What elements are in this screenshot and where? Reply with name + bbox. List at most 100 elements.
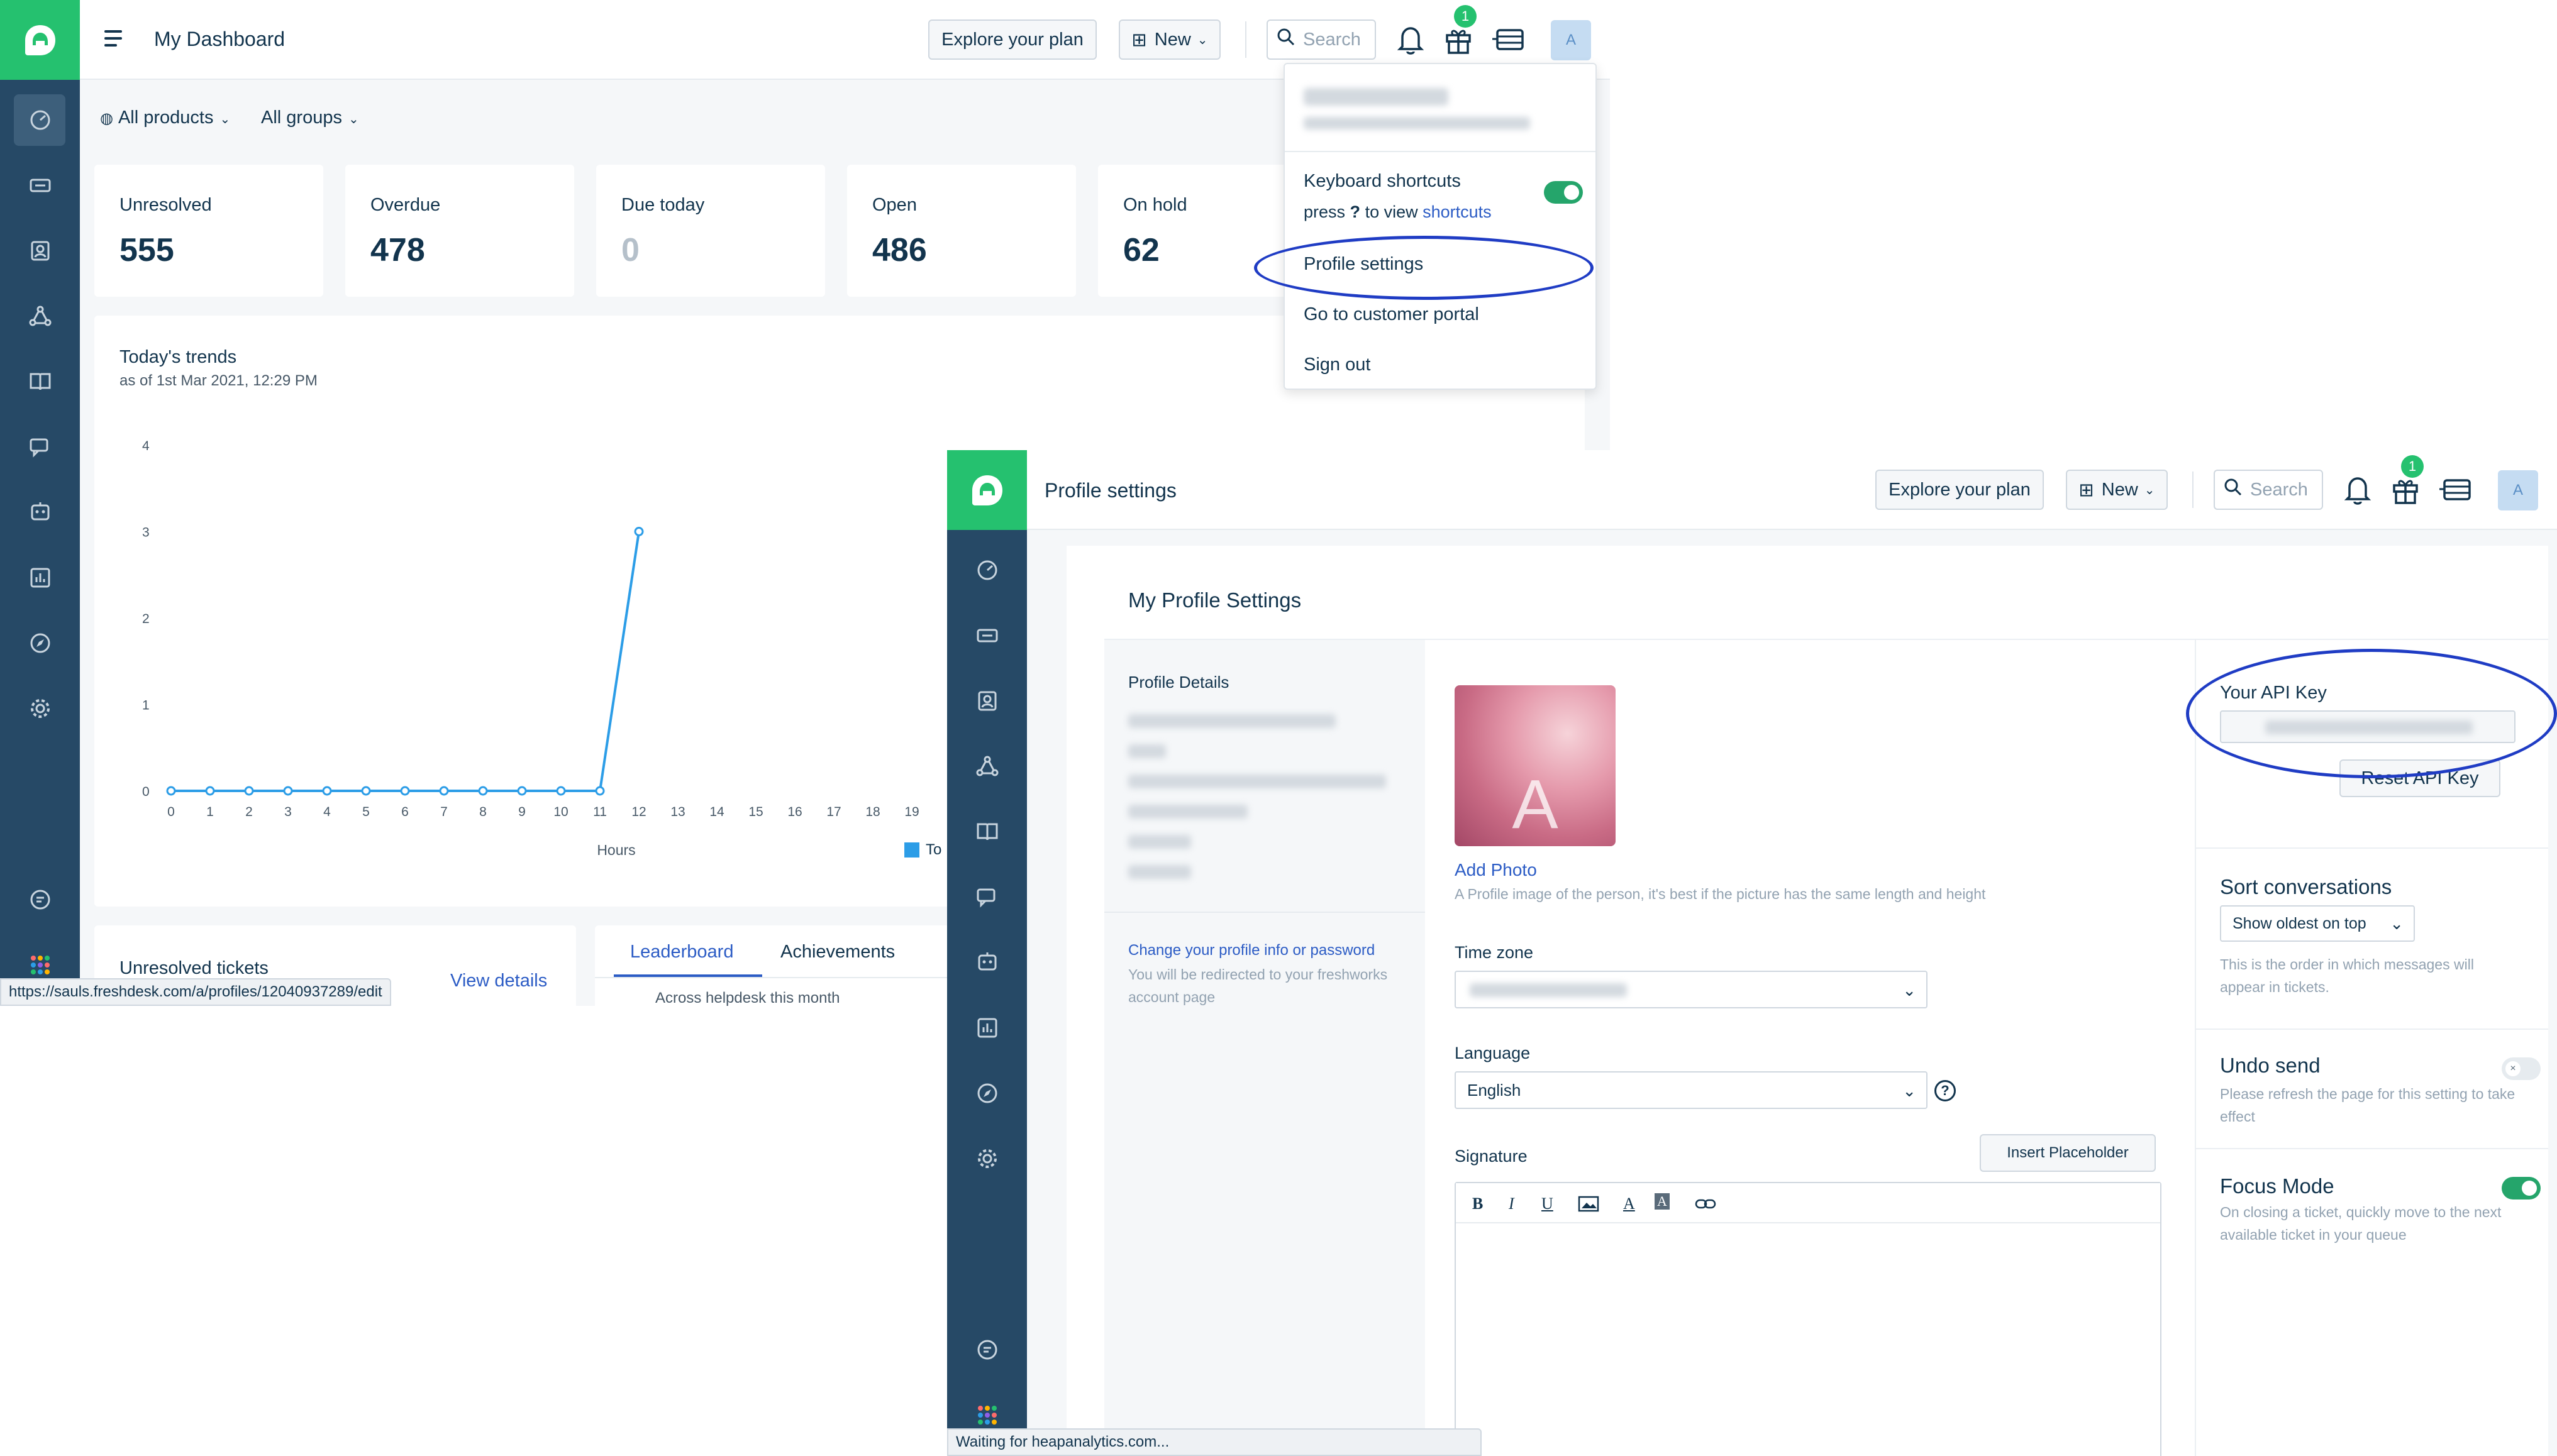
stat-label: Open xyxy=(872,195,917,215)
reports-icon[interactable] xyxy=(28,565,53,590)
chevron-down-icon: ⌄ xyxy=(1197,33,1208,47)
contacts-icon[interactable] xyxy=(28,238,53,263)
insert-placeholder-button[interactable]: Insert Placeholder xyxy=(1980,1134,2156,1172)
right-column-divider xyxy=(2195,640,2196,1456)
data-point xyxy=(556,786,566,796)
y-tick-label: 4 xyxy=(142,439,150,453)
tab-achievements[interactable]: Achievements xyxy=(780,942,895,962)
explore-plan-button[interactable]: Explore your plan xyxy=(928,19,1097,60)
legend-label: To xyxy=(926,841,942,858)
stat-value: 555 xyxy=(119,232,174,268)
page-title: Profile settings xyxy=(1045,479,1177,502)
knowledge-base-icon[interactable] xyxy=(28,369,53,394)
app-switcher-icon[interactable] xyxy=(28,952,53,978)
forums-icon[interactable] xyxy=(28,434,53,460)
keyboard-shortcuts-toggle[interactable] xyxy=(1544,181,1583,204)
explore-compass-icon[interactable] xyxy=(28,631,53,656)
add-photo-link[interactable]: Add Photo xyxy=(1455,860,1537,880)
admin-gear-icon[interactable] xyxy=(975,1146,1000,1171)
hamburger-menu-icon[interactable] xyxy=(104,30,122,51)
dashboard-icon[interactable] xyxy=(975,558,1000,583)
groups-filter[interactable]: All groups ⌄ xyxy=(261,108,359,128)
products-filter[interactable]: ◍ All products ⌄ xyxy=(100,108,230,128)
chat-icon[interactable] xyxy=(28,887,53,912)
marketplace-icon[interactable] xyxy=(2438,475,2473,506)
app-switcher-icon[interactable] xyxy=(975,1403,1000,1428)
background-color-button[interactable]: A xyxy=(1655,1193,1670,1210)
divider xyxy=(1104,912,1425,913)
groups-icon[interactable] xyxy=(975,754,1000,779)
freshdesk-logo[interactable] xyxy=(0,0,80,80)
shortcuts-link[interactable]: shortcuts xyxy=(1423,202,1492,221)
focus-mode-toggle[interactable] xyxy=(2502,1177,2541,1200)
divider xyxy=(2192,472,2194,508)
insert-image-icon[interactable] xyxy=(1578,1196,1599,1215)
tickets-icon[interactable] xyxy=(975,623,1000,648)
bot-icon[interactable] xyxy=(28,500,53,525)
change-profile-link[interactable]: Change your profile info or password xyxy=(1128,942,1375,959)
language-select[interactable]: English ⌄ xyxy=(1455,1071,1927,1109)
bold-button[interactable]: B xyxy=(1472,1194,1483,1213)
new-button[interactable]: ⊞ New ⌄ xyxy=(2066,470,2168,510)
chevron-down-icon: ⌄ xyxy=(1902,981,1916,1000)
tab-leaderboard[interactable]: Leaderboard xyxy=(630,942,733,962)
sort-conversations-select[interactable]: Show oldest on top ⌄ xyxy=(2220,905,2415,942)
sidebar xyxy=(0,0,80,1006)
view-details-link[interactable]: View details xyxy=(450,971,547,991)
stat-card-overdue[interactable]: Overdue 478 xyxy=(345,165,574,297)
undo-send-toggle[interactable]: × xyxy=(2502,1057,2541,1080)
gift-icon[interactable] xyxy=(2390,475,2421,509)
menu-item-sign-out[interactable]: Sign out xyxy=(1304,355,1370,375)
search-box[interactable]: Search xyxy=(2214,470,2323,510)
marketplace-icon[interactable] xyxy=(1491,25,1526,56)
bot-icon[interactable] xyxy=(975,950,1000,975)
y-tick-label: 3 xyxy=(142,526,150,540)
divider xyxy=(2195,847,2548,849)
blurred-timezone-value xyxy=(1470,983,1627,997)
data-point xyxy=(361,786,371,796)
press-text: press xyxy=(1304,202,1346,221)
underline-button[interactable]: U xyxy=(1541,1194,1553,1213)
forums-icon[interactable] xyxy=(975,885,1000,910)
user-avatar[interactable]: A xyxy=(2498,470,2538,510)
menu-item-customer-portal[interactable]: Go to customer portal xyxy=(1304,304,1479,325)
notification-bell-icon[interactable] xyxy=(2343,474,2372,509)
user-avatar[interactable]: A xyxy=(1551,20,1591,60)
signature-editor[interactable]: B I U A A xyxy=(1455,1182,2161,1456)
explore-compass-icon[interactable] xyxy=(975,1081,1000,1106)
timezone-label: Time zone xyxy=(1455,943,1534,962)
notification-bell-icon[interactable] xyxy=(1396,24,1425,58)
stat-card-unresolved[interactable]: Unresolved 555 xyxy=(94,165,323,297)
reports-icon[interactable] xyxy=(975,1015,1000,1040)
font-color-button[interactable]: A xyxy=(1623,1194,1635,1213)
stat-card-due-today[interactable]: Due today 0 xyxy=(596,165,825,297)
stat-card-open[interactable]: Open 486 xyxy=(847,165,1076,297)
italic-button[interactable]: I xyxy=(1509,1194,1514,1213)
y-tick-label: 2 xyxy=(142,612,150,626)
contacts-icon[interactable] xyxy=(975,688,1000,714)
new-button[interactable]: ⊞ New ⌄ xyxy=(1119,19,1221,60)
dashboard-icon[interactable] xyxy=(28,108,53,133)
knowledge-base-icon[interactable] xyxy=(975,819,1000,844)
chat-icon[interactable] xyxy=(975,1337,1000,1362)
help-question-icon[interactable]: ? xyxy=(1934,1080,1956,1101)
tickets-icon[interactable] xyxy=(28,173,53,198)
data-point xyxy=(322,786,332,796)
groups-icon[interactable] xyxy=(28,304,53,329)
gift-icon[interactable] xyxy=(1443,25,1473,58)
timezone-select[interactable]: ⌄ xyxy=(1455,971,1927,1008)
profile-photo[interactable]: A xyxy=(1455,685,1616,846)
blurred-detail xyxy=(1128,865,1191,879)
search-icon xyxy=(1277,28,1295,52)
freshdesk-logo[interactable] xyxy=(947,450,1027,530)
profile-details-column: Profile Details Change your profile info… xyxy=(1104,640,1425,1456)
explore-plan-button[interactable]: Explore your plan xyxy=(1875,470,2044,510)
search-box[interactable]: Search xyxy=(1267,19,1376,60)
admin-gear-icon[interactable] xyxy=(28,696,53,721)
stat-label: Overdue xyxy=(370,195,441,215)
blurred-detail xyxy=(1128,775,1386,788)
insert-link-icon[interactable] xyxy=(1695,1198,1716,1213)
divider xyxy=(2195,1148,2548,1149)
x-tick-label: 6 xyxy=(401,805,409,819)
data-point xyxy=(244,786,254,796)
